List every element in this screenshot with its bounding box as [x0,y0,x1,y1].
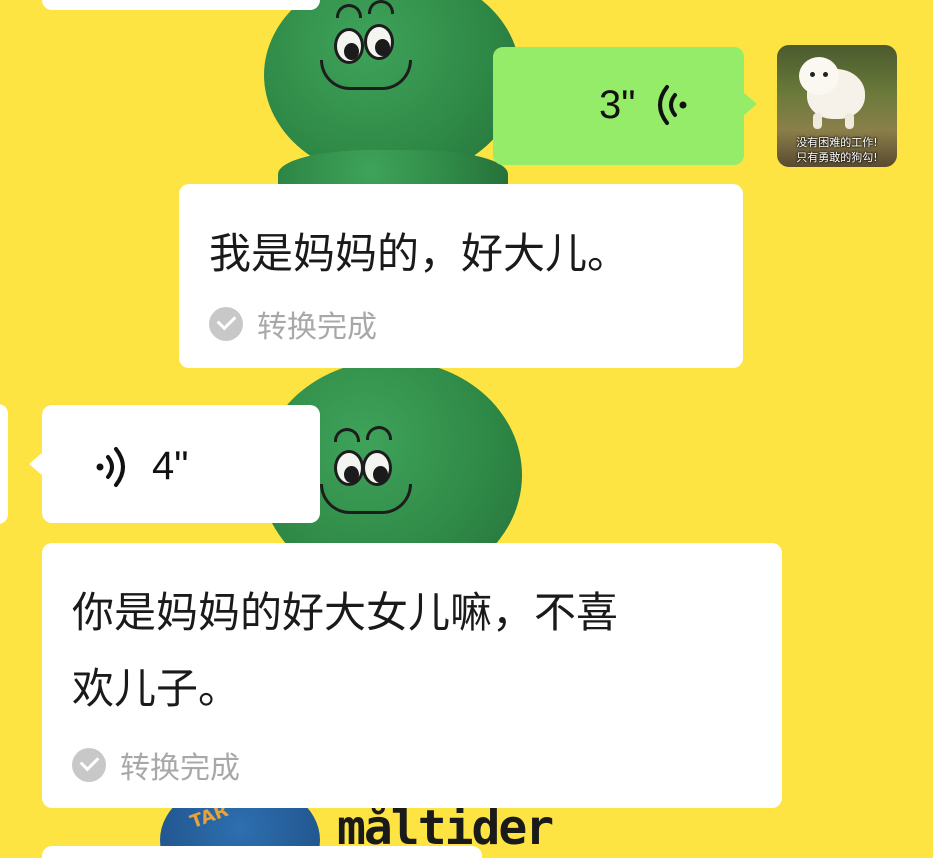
check-circle-icon [72,748,106,782]
avatar-caption-line2: 只有勇敢的狗勾! [796,151,878,164]
outgoing-transcript-text: 我是妈妈的，好大儿。 [209,229,630,278]
incoming-transcript-bubble[interactable]: 你是妈妈的好大女儿嘛，不喜 欢儿子。 转换完成 [42,543,782,808]
incoming-transcript-line1: 你是妈妈的好大女儿嘛，不喜 [72,588,619,637]
voice-wave-right-icon [94,445,130,493]
eye-left-icon [334,28,364,64]
next-message-bubble[interactable] [42,846,482,858]
incoming-transcript-line2: 欢儿子。 [72,664,241,713]
eye-right-icon [364,24,394,60]
eye-right-icon-2 [362,450,392,486]
incoming-voice-bubble[interactable]: 4" [42,405,320,523]
outgoing-voice-duration: 3" [599,83,636,127]
outgoing-status-text: 转换完成 [257,310,377,345]
previous-message-bubble[interactable] [42,0,320,10]
dog-head [799,57,839,95]
self-avatar[interactable]: 没有困难的工作! 只有勇敢的狗勾! [777,45,897,167]
incoming-bubble-tail [29,452,43,476]
avatar-caption-line1: 没有困难的工作! [796,136,878,149]
left-edge-bubble [0,404,8,524]
eye-left-icon-2 [334,450,364,486]
incoming-voice-duration: 4" [152,444,189,488]
outgoing-voice-bubble[interactable]: 3" [493,47,744,165]
check-circle-icon [209,307,243,341]
outgoing-bubble-tail [743,92,757,116]
incoming-status-text: 转换完成 [120,751,240,786]
chat-view[interactable]: TAR måltider 3" 没有困难的工作! 只有勇敢的狗勾! 我是妈妈的，… [0,0,933,858]
outgoing-transcript-status: 转换完成 [209,302,377,346]
incoming-transcript-status: 转换完成 [72,743,240,787]
voice-wave-left-icon [653,83,689,131]
outgoing-transcript-bubble[interactable]: 我是妈妈的，好大儿。 转换完成 [179,184,743,368]
